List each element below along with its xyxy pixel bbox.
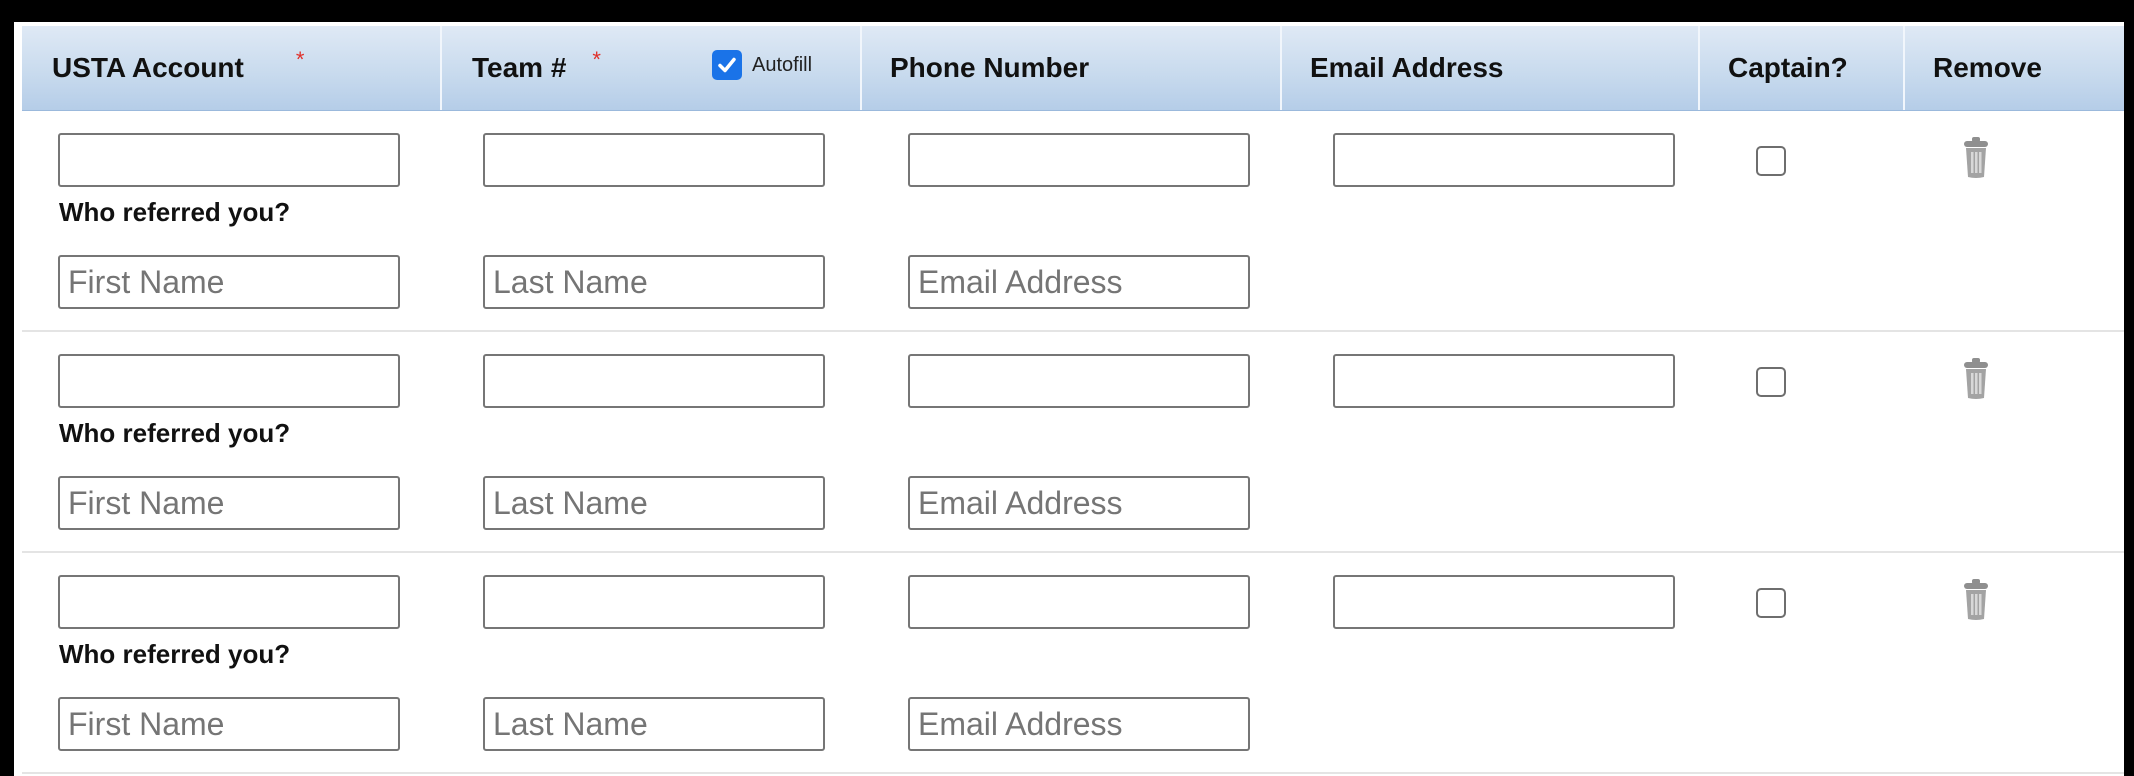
referral-email-input[interactable]	[908, 697, 1250, 751]
referral-email-input[interactable]	[908, 476, 1250, 530]
trash-icon[interactable]	[1961, 579, 1991, 621]
referral-email-input[interactable]	[908, 255, 1250, 309]
email-address-input[interactable]	[1333, 575, 1675, 629]
phone-number-input[interactable]	[908, 575, 1250, 629]
phone-number-input[interactable]	[908, 133, 1250, 187]
phone-number-input[interactable]	[908, 354, 1250, 408]
trash-icon[interactable]	[1961, 358, 1991, 400]
autofill-label: Autofill	[752, 53, 813, 76]
header-team-number: Team # * Autofill	[442, 26, 862, 110]
required-mark: *	[295, 47, 305, 72]
player-row: Who referred you?	[22, 553, 2124, 774]
captain-checkbox[interactable]	[1756, 146, 1786, 176]
autofill-checkbox[interactable]	[712, 50, 742, 80]
required-mark: *	[592, 47, 601, 72]
header-usta-account-label: USTA Account	[52, 52, 244, 83]
header-remove-label: Remove	[1933, 52, 2042, 83]
email-address-input[interactable]	[1333, 133, 1675, 187]
referral-first-name-input[interactable]	[58, 255, 400, 309]
header-captain: Captain?	[1700, 26, 1905, 110]
referral-first-name-input[interactable]	[58, 697, 400, 751]
usta-account-input[interactable]	[58, 575, 400, 629]
header-phone-number-label: Phone Number	[890, 52, 1090, 83]
referral-label: Who referred you?	[59, 197, 291, 227]
checkmark-icon	[718, 57, 736, 73]
referral-label: Who referred you?	[59, 639, 291, 669]
usta-account-input[interactable]	[58, 133, 400, 187]
trash-icon[interactable]	[1961, 137, 1991, 179]
table-header: USTA Account * Team # * Autofill Phone N…	[22, 26, 2124, 111]
header-team-number-label: Team #	[472, 52, 567, 83]
header-remove: Remove	[1905, 26, 2124, 110]
referral-last-name-input[interactable]	[483, 255, 825, 309]
team-number-input[interactable]	[483, 354, 825, 408]
referral-last-name-input[interactable]	[483, 476, 825, 530]
player-row: Who referred you?	[22, 111, 2124, 332]
autofill-toggle[interactable]: Autofill	[712, 50, 812, 80]
usta-account-input[interactable]	[58, 354, 400, 408]
captain-checkbox[interactable]	[1756, 367, 1786, 397]
referral-first-name-input[interactable]	[58, 476, 400, 530]
header-email-address: Email Address	[1282, 26, 1700, 110]
email-address-input[interactable]	[1333, 354, 1675, 408]
header-phone-number: Phone Number	[862, 26, 1282, 110]
referral-last-name-input[interactable]	[483, 697, 825, 751]
header-email-address-label: Email Address	[1310, 52, 1504, 83]
player-row: Who referred you?	[22, 332, 2124, 553]
header-usta-account: USTA Account *	[22, 26, 442, 110]
captain-checkbox[interactable]	[1756, 588, 1786, 618]
player-form: USTA Account * Team # * Autofill Phone N…	[14, 22, 2124, 776]
team-number-input[interactable]	[483, 575, 825, 629]
header-captain-label: Captain?	[1728, 52, 1848, 83]
team-number-input[interactable]	[483, 133, 825, 187]
referral-label: Who referred you?	[59, 418, 291, 448]
